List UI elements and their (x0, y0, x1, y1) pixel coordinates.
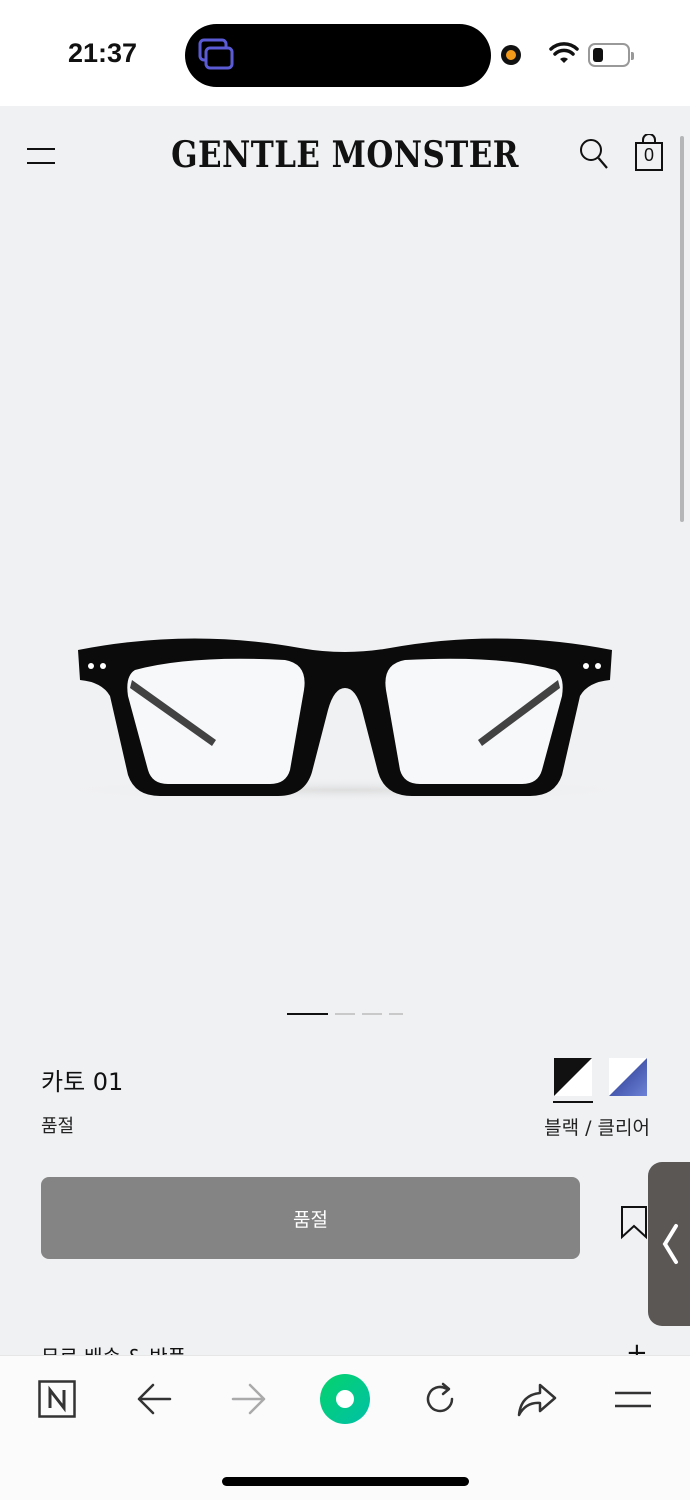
cart-count: 0 (643, 145, 654, 165)
status-bar: 21:37 (0, 0, 690, 106)
battery-icon (588, 43, 634, 67)
more-menu-icon[interactable] (614, 1390, 652, 1410)
share-icon[interactable] (516, 1382, 558, 1418)
chevron-left-icon (662, 1224, 678, 1264)
back-arrow-icon[interactable] (136, 1382, 172, 1416)
refresh-icon[interactable] (421, 1380, 459, 1418)
screen-mirroring-icon (198, 38, 234, 70)
availability-label: 품절 (41, 1116, 75, 1137)
selected-swatch-indicator (553, 1101, 593, 1103)
mic-indicator-icon (501, 45, 521, 65)
naver-green-dot-icon[interactable] (319, 1373, 371, 1425)
shopping-bag-icon[interactable]: 0 (634, 134, 664, 172)
forward-arrow-icon[interactable] (231, 1382, 267, 1416)
color-name: 블랙 / 클리어 (544, 1117, 650, 1139)
pager-dot-2[interactable] (335, 1013, 355, 1015)
pager-dot-4[interactable] (389, 1013, 403, 1015)
color-swatch-blue-clear[interactable] (609, 1058, 647, 1096)
product-name: 카토 01 (41, 1068, 124, 1096)
brand-logo[interactable]: GENTLE MONSTER (48, 134, 641, 176)
home-indicator[interactable] (222, 1477, 469, 1486)
soldout-button[interactable]: 품절 (41, 1177, 580, 1259)
color-swatch-black-clear[interactable] (554, 1058, 592, 1096)
search-icon[interactable] (578, 137, 610, 171)
product-image-glasses[interactable] (40, 600, 650, 830)
pager-dot-1[interactable] (287, 1013, 328, 1015)
pager-dot-3[interactable] (362, 1013, 382, 1015)
bookmark-icon[interactable] (619, 1204, 649, 1240)
status-time: 21:37 (68, 38, 138, 68)
wifi-icon (549, 42, 579, 63)
side-drawer-tab[interactable] (648, 1162, 690, 1326)
naver-home-icon[interactable] (38, 1380, 76, 1418)
page-scrollbar[interactable] (680, 136, 684, 522)
